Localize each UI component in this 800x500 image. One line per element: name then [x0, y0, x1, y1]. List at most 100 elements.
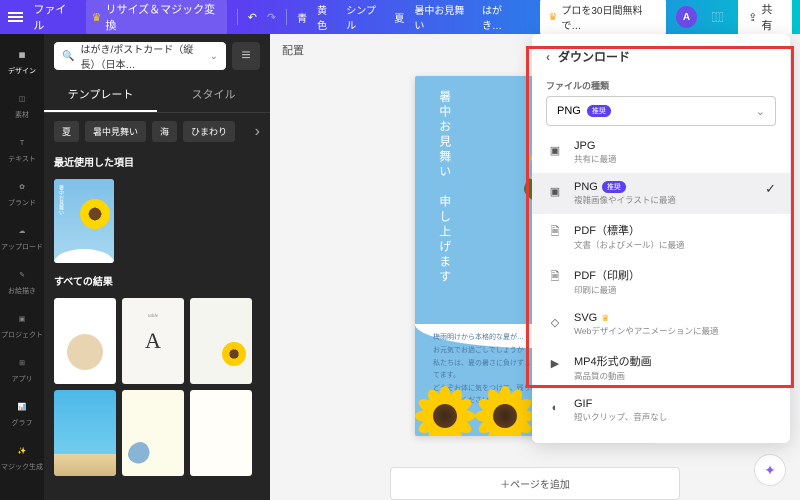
file-type-option[interactable]: 🗎PDF（標準）文書（およびメール）に最適: [532, 214, 790, 259]
share-button[interactable]: ⇪共有: [738, 0, 792, 37]
magic-button[interactable]: ✦: [754, 454, 786, 486]
selected-value: PNG: [557, 105, 581, 117]
crown-icon: ♛: [548, 12, 557, 23]
download-title: ダウンロード: [558, 48, 630, 65]
filetype-icon: ▣: [546, 141, 564, 159]
resize-label: リサイズ＆マジック変換: [105, 1, 220, 33]
option-desc: 高品質の動画: [574, 370, 776, 382]
file-type-option[interactable]: ▶ MP4形式の動画高品質の動画: [532, 345, 790, 390]
template-card[interactable]: 暑中お見舞い: [54, 179, 114, 263]
upload-icon: ⇪: [748, 11, 757, 24]
rail-design[interactable]: ▦デザイン: [0, 40, 44, 82]
filetype-icon: ▣: [546, 182, 564, 200]
template-card[interactable]: [54, 390, 116, 476]
file-type-select[interactable]: PNG 推奨 ⌄: [546, 96, 776, 126]
filter-button[interactable]: ≡: [232, 42, 260, 70]
option-desc: 短いクリップ、音声なし: [574, 411, 776, 423]
rail-draw[interactable]: ✎お絵描き: [0, 260, 44, 302]
file-type-option[interactable]: ◇ SVG ♛Webデザインやアニメーションに最適: [532, 304, 790, 345]
template-card[interactable]: [54, 298, 116, 384]
doc-title-tag: はがき…: [482, 2, 520, 32]
chevron-down-icon: ⌄: [210, 51, 218, 62]
check-icon: ✓: [765, 181, 776, 197]
rail-projects[interactable]: ▣プロジェクト: [0, 304, 44, 346]
chip[interactable]: 海: [152, 121, 177, 142]
rail-text[interactable]: Tテキスト: [0, 128, 44, 170]
chip[interactable]: ひまわり: [183, 121, 235, 142]
chevron-right-icon[interactable]: ›: [255, 123, 260, 141]
back-icon[interactable]: ‹: [546, 50, 550, 64]
rail-upload[interactable]: ☁アップロード: [0, 216, 44, 258]
option-desc: 共有に最適: [574, 153, 776, 165]
divider: [237, 9, 238, 25]
option-name: SVG: [574, 312, 597, 324]
chip[interactable]: 夏: [54, 121, 79, 142]
analytics-icon[interactable]: ⿲: [707, 6, 728, 28]
undo-icon[interactable]: ↶: [248, 11, 257, 24]
template-card[interactable]: [190, 390, 252, 476]
rail-label: アプリ: [12, 374, 33, 384]
menu-icon[interactable]: [8, 12, 23, 22]
doc-title-tag: 黄色: [317, 2, 336, 32]
rail-apps[interactable]: ⊞アプリ: [0, 348, 44, 390]
search-value: はがき/ポストカード（縦長）（日本…: [80, 41, 203, 71]
filetype-icon: ◐: [546, 399, 564, 417]
rail-label: ブランド: [8, 198, 36, 208]
doc-title-tag[interactable]: 青: [297, 10, 307, 25]
rail-graph[interactable]: 📊グラフ: [0, 392, 44, 434]
recommended-badge: 推奨: [587, 105, 611, 117]
option-name: MP4形式の動画: [574, 353, 652, 369]
card-preview-text: 暑中お見舞い: [58, 185, 65, 215]
recent-title: 最近使用した項目: [44, 150, 270, 173]
rail-magic[interactable]: ✨マジック生成: [0, 436, 44, 478]
file-type-option[interactable]: ▣PNG推奨複雑画像やイラストに最適✓: [532, 173, 790, 214]
rail-label: お絵描き: [8, 286, 36, 296]
divider: [286, 9, 287, 25]
file-menu[interactable]: ファイル: [33, 1, 75, 33]
crown-icon: ♛: [92, 11, 102, 24]
option-desc: 印刷に最適: [574, 284, 776, 296]
filetype-icon: 🗎: [546, 223, 564, 241]
option-name: PDF（印刷）: [574, 267, 640, 283]
option-name: PNG: [574, 181, 598, 193]
rail-brand[interactable]: ✿ブランド: [0, 172, 44, 214]
pro-trial-button[interactable]: ♛ プロを30日間無料で…: [540, 0, 666, 36]
redo-icon[interactable]: ↷: [267, 11, 276, 24]
chevron-down-icon: ⌄: [756, 105, 765, 118]
add-page-button[interactable]: ＋ページを追加: [390, 467, 680, 500]
tab-templates[interactable]: テンプレート: [44, 78, 157, 112]
results-title: すべての結果: [44, 269, 270, 292]
filetype-icon: ◇: [546, 313, 564, 331]
tab-styles[interactable]: スタイル: [157, 78, 270, 112]
file-type-label: ファイルの種類: [532, 71, 790, 96]
file-type-option[interactable]: ◐ GIF短いクリップ、音声なし: [532, 390, 790, 431]
search-input[interactable]: 🔍 はがき/ポストカード（縦長）（日本… ⌄: [54, 42, 226, 70]
recommended-badge: 推奨: [602, 181, 626, 193]
rail-label: マジック生成: [1, 462, 43, 472]
option-desc: 文書（およびメール）に最適: [574, 239, 776, 251]
rail-elements[interactable]: ◫素材: [0, 84, 44, 126]
pro-label: プロを30日間無料で…: [561, 2, 658, 32]
rail-label: グラフ: [12, 418, 33, 428]
crown-icon: ♛: [601, 313, 609, 324]
search-icon: 🔍: [62, 51, 74, 62]
template-card[interactable]: [122, 390, 184, 476]
template-card[interactable]: A: [122, 298, 184, 384]
avatar[interactable]: A: [676, 6, 697, 28]
doc-title-tag: シンプル: [346, 2, 384, 32]
chip[interactable]: 暑中見舞い: [85, 121, 146, 142]
rail-label: デザイン: [8, 66, 36, 76]
template-card[interactable]: [190, 298, 252, 384]
rail-label: 素材: [15, 110, 29, 120]
rail-label: アップロード: [1, 242, 43, 252]
resize-button[interactable]: ♛リサイズ＆マジック変換: [86, 0, 227, 35]
file-type-option[interactable]: ▣ JPG共有に最適: [532, 132, 790, 173]
option-name: GIF: [574, 398, 592, 410]
option-name: JPG: [574, 140, 595, 152]
option-desc: Webデザインやアニメーションに最適: [574, 325, 776, 337]
filetype-icon: ▶: [546, 354, 564, 372]
doc-title-tag: 夏: [394, 10, 404, 25]
file-type-option[interactable]: 🗎PDF（印刷）印刷に最適: [532, 259, 790, 304]
doc-title-tag: 暑中お見舞い: [414, 2, 472, 32]
rail-label: テキスト: [8, 154, 36, 164]
